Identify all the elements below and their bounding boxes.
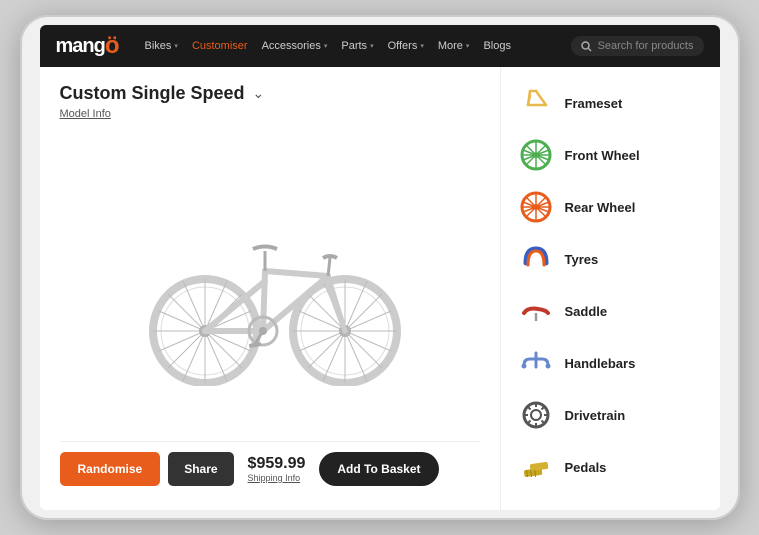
chevron-down-icon: ▾ <box>420 42 424 50</box>
chevron-down-icon: ▾ <box>324 42 328 50</box>
shipping-info-link[interactable]: Shipping Info <box>248 473 301 483</box>
bottom-bar: Randomise Share $959.99 Shipping Info Ad… <box>60 441 480 494</box>
logo-dot: ö <box>105 34 119 58</box>
bike-illustration <box>115 186 425 386</box>
chevron-down-icon: ▾ <box>466 42 470 50</box>
nav-item-customiser[interactable]: Customiser <box>192 40 248 52</box>
share-button[interactable]: Share <box>168 452 233 486</box>
nav-item-accessories[interactable]: Accessories ▾ <box>262 40 328 52</box>
component-label-frameset: Frameset <box>565 96 623 111</box>
frameset-icon <box>517 84 555 122</box>
search-bar[interactable]: Search for products <box>571 36 704 56</box>
handlebars-icon <box>517 344 555 382</box>
left-panel: Custom Single Speed ⌄ Model Info <box>40 67 500 510</box>
component-item-front-wheel[interactable]: Front Wheel <box>501 129 720 181</box>
search-icon <box>581 41 592 52</box>
component-item-frameset[interactable]: Frameset <box>501 77 720 129</box>
model-info-link[interactable]: Model Info <box>60 108 480 120</box>
price-value: $959.99 <box>248 455 306 473</box>
component-label-front-wheel: Front Wheel <box>565 148 640 163</box>
add-to-basket-button[interactable]: Add To Basket <box>319 452 438 486</box>
randomise-button[interactable]: Randomise <box>60 452 161 486</box>
price-block: $959.99 Shipping Info <box>248 455 306 483</box>
component-item-saddle[interactable]: Saddle <box>501 285 720 337</box>
right-panel: Frameset <box>500 67 720 510</box>
chevron-down-icon: ▾ <box>370 42 374 50</box>
component-item-rear-wheel[interactable]: Rear Wheel <box>501 181 720 233</box>
nav-items: Bikes ▾ Customiser Accessories ▾ Parts ▾… <box>145 40 553 52</box>
dropdown-icon: ⌄ <box>253 85 265 102</box>
model-selector[interactable]: Custom Single Speed ⌄ <box>60 83 480 104</box>
tyres-icon <box>517 240 555 278</box>
component-item-handlebars[interactable]: Handlebars <box>501 337 720 389</box>
component-item-pedals[interactable]: Pedals <box>501 441 720 493</box>
pedals-icon <box>517 448 555 486</box>
component-item-tyres[interactable]: Tyres <box>501 233 720 285</box>
nav-item-parts[interactable]: Parts ▾ <box>341 40 373 52</box>
nav-item-bikes[interactable]: Bikes ▾ <box>145 40 178 52</box>
logo: mangö <box>56 34 119 58</box>
nav-item-offers[interactable]: Offers ▾ <box>388 40 424 52</box>
saddle-icon <box>517 292 555 330</box>
front-wheel-icon <box>517 136 555 174</box>
component-label-drivetrain: Drivetrain <box>565 408 626 423</box>
component-item-drivetrain[interactable]: Drivetrain <box>501 389 720 441</box>
component-label-rear-wheel: Rear Wheel <box>565 200 636 215</box>
model-title: Custom Single Speed <box>60 83 245 104</box>
drivetrain-icon <box>517 396 555 434</box>
tablet-frame: mangö Bikes ▾ Customiser Accessories ▾ P… <box>20 15 740 520</box>
bike-image-area <box>60 130 480 441</box>
nav-item-more[interactable]: More ▾ <box>438 40 470 52</box>
chevron-down-icon: ▾ <box>174 42 178 50</box>
component-label-handlebars: Handlebars <box>565 356 636 371</box>
tablet-inner: mangö Bikes ▾ Customiser Accessories ▾ P… <box>40 25 720 510</box>
component-label-pedals: Pedals <box>565 460 607 475</box>
component-label-saddle: Saddle <box>565 304 608 319</box>
search-placeholder: Search for products <box>598 40 694 52</box>
rear-wheel-icon <box>517 188 555 226</box>
main-content: Custom Single Speed ⌄ Model Info <box>40 67 720 510</box>
nav-item-blogs[interactable]: Blogs <box>483 40 511 52</box>
component-label-tyres: Tyres <box>565 252 599 267</box>
navbar: mangö Bikes ▾ Customiser Accessories ▾ P… <box>40 25 720 67</box>
